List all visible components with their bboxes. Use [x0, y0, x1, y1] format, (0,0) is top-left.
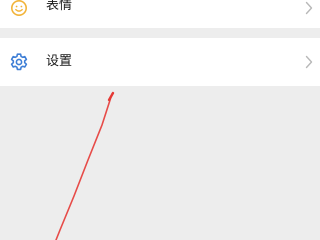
wechat-me-screen: 表情 设置: [0, 0, 320, 240]
section-gap: [0, 28, 320, 38]
menu-item-emoji[interactable]: 表情: [0, 0, 320, 28]
chevron-right-icon: [305, 1, 313, 15]
menu-item-label: 设置: [46, 54, 73, 69]
menu-item-label: 表情: [46, 0, 73, 13]
emoji-icon: [9, 0, 29, 18]
chevron-right-icon: [305, 55, 313, 69]
gear-icon: [9, 52, 29, 72]
menu-item-settings[interactable]: 设置: [0, 38, 320, 86]
